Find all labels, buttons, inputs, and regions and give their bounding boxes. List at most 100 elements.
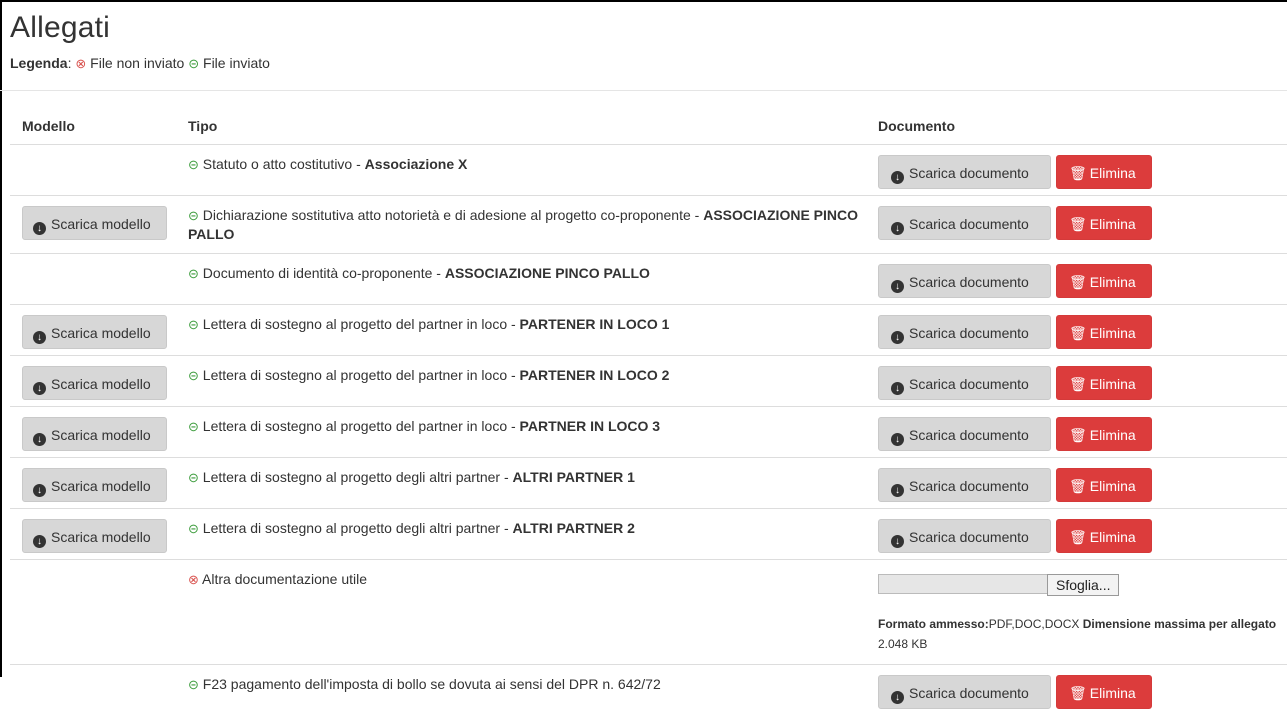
download-circle-icon: ↓ xyxy=(891,433,904,446)
format-value: PDF,DOC,DOCX xyxy=(989,617,1080,631)
check-circle-icon: ⊝ xyxy=(188,521,199,536)
table-row: ↓Scarica modello⊝ Lettera di sostegno al… xyxy=(10,407,1287,458)
check-circle-icon: ⊝ xyxy=(188,470,199,485)
table-row: ⊝ F23 pagamento dell'imposta di bollo se… xyxy=(10,665,1287,715)
table-row: ↓Scarica modello⊝ Lettera di sostegno al… xyxy=(10,356,1287,407)
download-document-button[interactable]: ↓Scarica documento xyxy=(878,155,1051,189)
download-document-button[interactable]: ↓ Scarica documento xyxy=(878,366,1051,400)
delete-label: Elimina xyxy=(1090,325,1136,341)
table-row: ⊝ Statuto o atto costitutivo - Associazi… xyxy=(10,145,1287,196)
trash-icon: 🗑 xyxy=(1069,216,1087,232)
download-document-label: Scarica documento xyxy=(909,427,1029,443)
trash-icon: 🗑 xyxy=(1069,274,1087,290)
download-circle-icon: ↓ xyxy=(891,484,904,497)
cell-tipo: ⊝ Lettera di sostegno al progetto degli … xyxy=(172,458,858,509)
delete-label: Elimina xyxy=(1090,274,1136,290)
download-model-label: Scarica modello xyxy=(51,427,151,443)
table-row: ↓Scarica modello⊝ Lettera di sostegno al… xyxy=(10,305,1287,356)
attachment-owner: Associazione X xyxy=(365,156,468,172)
cell-modello xyxy=(10,560,172,665)
cell-tipo: ⊝ Lettera di sostegno al progetto del pa… xyxy=(172,407,858,458)
download-document-button[interactable]: ↓Scarica documento xyxy=(878,315,1051,349)
check-circle-icon: ⊝ xyxy=(188,419,199,434)
delete-button[interactable]: 🗑Elimina xyxy=(1056,315,1152,349)
trash-icon: 🗑 xyxy=(1069,529,1087,545)
legend-label: Legenda xyxy=(10,55,68,71)
check-circle-icon: ⊝ xyxy=(188,157,199,172)
attachment-type-text: Lettera di sostegno al progetto del part… xyxy=(203,367,520,383)
cell-tipo: ⊝ Dichiarazione sostitutiva atto notorie… xyxy=(172,196,858,254)
download-circle-icon: ↓ xyxy=(891,382,904,395)
delete-label: Elimina xyxy=(1090,216,1136,232)
cell-documento: ↓Scarica documento🗑Elimina xyxy=(858,305,1287,356)
delete-button[interactable]: 🗑Elimina xyxy=(1056,519,1152,553)
delete-button[interactable]: 🗑Elimina xyxy=(1056,468,1152,502)
download-document-button[interactable]: ↓Scarica documento xyxy=(878,206,1051,240)
delete-button[interactable]: 🗑Elimina xyxy=(1056,417,1152,451)
attachment-type-text: Lettera di sostegno al progetto del part… xyxy=(203,316,520,332)
download-document-button[interactable]: ↓Scarica documento xyxy=(878,675,1051,709)
table-row: ↓Scarica modello⊝ Lettera di sostegno al… xyxy=(10,458,1287,509)
download-model-label: Scarica modello xyxy=(51,478,151,494)
times-circle-icon: ⊗ xyxy=(188,572,199,587)
delete-label: Elimina xyxy=(1090,376,1136,392)
attachment-type-text: Lettera di sostegno al progetto degli al… xyxy=(203,520,513,536)
download-document-label: Scarica documento xyxy=(909,478,1029,494)
delete-button[interactable]: 🗑Elimina xyxy=(1056,155,1152,189)
cell-tipo: ⊝ Lettera di sostegno al progetto degli … xyxy=(172,509,858,560)
download-model-button[interactable]: ↓Scarica modello xyxy=(22,206,167,240)
attachment-type-text: F23 pagamento dell'imposta di bollo se d… xyxy=(203,676,661,692)
download-circle-icon: ↓ xyxy=(891,280,904,293)
attachment-type-text: Statuto o atto costitutivo - xyxy=(203,156,365,172)
cell-documento: ↓Scarica documento🗑Elimina xyxy=(858,665,1287,715)
download-model-button[interactable]: ↓Scarica modello xyxy=(22,366,167,400)
cell-documento: ↓ Scarica documento 🗑Elimina xyxy=(858,407,1287,458)
cell-modello xyxy=(10,665,172,715)
delete-button[interactable]: 🗑Elimina xyxy=(1056,366,1152,400)
trash-icon: 🗑 xyxy=(1069,685,1087,701)
attachment-type-text: Altra documentazione utile xyxy=(202,571,367,587)
file-upload: Sfoglia... xyxy=(878,574,1287,596)
cell-tipo: ⊝ F23 pagamento dell'imposta di bollo se… xyxy=(172,665,858,715)
trash-icon: 🗑 xyxy=(1069,376,1087,392)
cell-documento: ↓ Scarica documento 🗑Elimina xyxy=(858,356,1287,407)
delete-label: Elimina xyxy=(1090,427,1136,443)
download-document-button[interactable]: ↓ Scarica documento xyxy=(878,519,1051,553)
table-row: ↓Scarica modello⊝ Lettera di sostegno al… xyxy=(10,509,1287,560)
download-document-label: Scarica documento xyxy=(909,165,1029,181)
attachment-type-text: Documento di identità co-proponente - xyxy=(203,265,445,281)
attachment-owner: ASSOCIAZIONE PINCO PALLO xyxy=(445,265,650,281)
download-model-button[interactable]: ↓Scarica modello xyxy=(22,468,167,502)
download-circle-icon: ↓ xyxy=(891,331,904,344)
cell-modello: ↓Scarica modello xyxy=(10,458,172,509)
download-model-button[interactable]: ↓Scarica modello xyxy=(22,315,167,349)
attachment-owner: ALTRI PARTNER 1 xyxy=(513,469,635,485)
download-document-button[interactable]: ↓Scarica documento xyxy=(878,264,1051,298)
download-document-label: Scarica documento xyxy=(909,376,1029,392)
download-circle-icon: ↓ xyxy=(33,331,46,344)
table-row: ↓Scarica modello⊝ Dichiarazione sostitut… xyxy=(10,196,1287,254)
delete-button[interactable]: 🗑Elimina xyxy=(1056,264,1152,298)
attachment-owner: ALTRI PARTNER 2 xyxy=(513,520,635,536)
upload-constraints: Formato ammesso:PDF,DOC,DOCX Dimensione … xyxy=(878,614,1287,654)
cell-modello: ↓Scarica modello xyxy=(10,305,172,356)
file-input[interactable] xyxy=(878,574,1048,594)
attachment-type-text: Lettera di sostegno al progetto del part… xyxy=(203,418,520,434)
delete-label: Elimina xyxy=(1090,165,1136,181)
download-model-button[interactable]: ↓Scarica modello xyxy=(22,417,167,451)
download-circle-icon: ↓ xyxy=(891,535,904,548)
download-document-label: Scarica documento xyxy=(909,529,1029,545)
download-document-button[interactable]: ↓ Scarica documento xyxy=(878,417,1051,451)
download-document-button[interactable]: ↓ Scarica documento xyxy=(878,468,1051,502)
cell-modello: ↓Scarica modello xyxy=(10,509,172,560)
browse-button[interactable]: Sfoglia... xyxy=(1047,574,1119,596)
cell-tipo: ⊝ Lettera di sostegno al progetto del pa… xyxy=(172,356,858,407)
cell-documento: ↓Scarica documento🗑Elimina xyxy=(858,254,1287,305)
download-model-button[interactable]: ↓Scarica modello xyxy=(22,519,167,553)
cell-documento: ↓ Scarica documento 🗑Elimina xyxy=(858,458,1287,509)
delete-button[interactable]: 🗑Elimina xyxy=(1056,675,1152,709)
trash-icon: 🗑 xyxy=(1069,427,1087,443)
attachment-type-text: Dichiarazione sostitutiva atto notorietà… xyxy=(203,207,703,223)
attachment-owner: PARTENER IN LOCO 2 xyxy=(520,367,670,383)
delete-button[interactable]: 🗑Elimina xyxy=(1056,206,1152,240)
